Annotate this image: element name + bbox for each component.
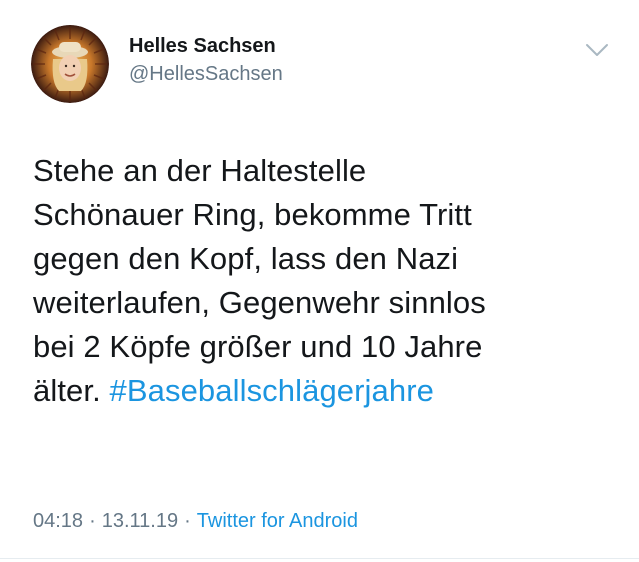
tweet-text-line: gegen den Kopf, lass den Nazi xyxy=(33,241,459,276)
tweet-text-line: bei 2 Köpfe größer und 10 Jahre xyxy=(33,329,483,364)
tweet-menu-button[interactable] xyxy=(582,38,612,62)
avatar[interactable] xyxy=(31,25,109,103)
divider xyxy=(0,558,639,559)
separator: · xyxy=(89,510,96,532)
tweet-text-line: Schönauer Ring, bekomme Tritt xyxy=(33,197,472,232)
tweet-text-line: älter. #Baseballschlägerjahre xyxy=(33,369,623,413)
profile-photo-icon xyxy=(31,25,109,103)
display-name[interactable]: Helles Sachsen xyxy=(129,35,276,58)
tweet-time[interactable]: 04:18 xyxy=(33,510,83,532)
tweet-text-prefix: älter. xyxy=(33,373,101,408)
chevron-down-icon xyxy=(586,44,608,56)
tweet-text: Stehe an der Haltestelle Schönauer Ring,… xyxy=(33,149,623,413)
tweet-date[interactable]: 13.11.19 xyxy=(102,510,178,532)
tweet-text-line: Stehe an der Haltestelle xyxy=(33,153,367,188)
separator: · xyxy=(184,510,191,532)
hashtag-link[interactable]: #Baseballschlägerjahre xyxy=(110,373,434,408)
tweet-source-link[interactable]: Twitter for Android xyxy=(197,510,358,532)
user-handle[interactable]: @HellesSachsen xyxy=(129,63,283,86)
tweet-meta: 04:18 · 13.11.19 · Twitter for Android xyxy=(33,510,358,533)
tweet-text-line: weiterlaufen, Gegenwehr sinnlos xyxy=(33,285,486,320)
tweet-card: Helles Sachsen @HellesSachsen Stehe an d… xyxy=(0,0,639,562)
